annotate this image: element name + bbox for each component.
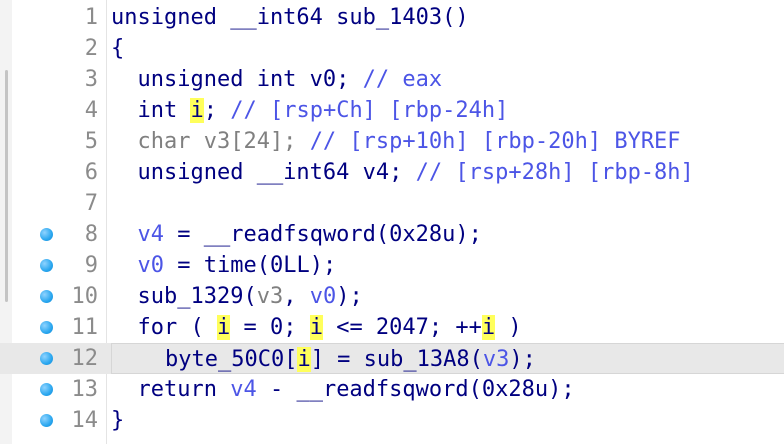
code-token: v4 [137,222,165,247]
line-number: 9 [84,253,98,278]
code-line[interactable]: 5 char v3[24]; // [rsp+10h] [rbp-20h] BY… [0,126,784,157]
code-token: = __readfsqword(0x28u); [164,222,482,247]
breakpoint-dot-icon[interactable] [40,321,53,334]
code-token: - __readfsqword(0x28u); [256,377,575,402]
code-line[interactable]: 10 sub_1329(v3, v0); [0,281,784,312]
code-token: v3 [482,347,510,372]
code-token: int [111,98,191,123]
highlighted-token: i [481,315,496,340]
highlighted-token: i [297,347,311,372]
code-token: byte_50C0[ [112,347,298,372]
code-token: sub_1329( [111,284,257,309]
breakpoint-dot-icon[interactable] [40,352,53,365]
breakpoint-dot-icon[interactable] [40,414,53,427]
code-token: // eax [362,67,443,92]
line-number: 1 [84,5,98,30]
code-token: unsigned __int64 v4; [111,160,416,185]
code-token: , [283,284,310,309]
breakpoint-dot-icon[interactable] [40,383,53,396]
code-text[interactable]: { [111,33,784,64]
code-token: unsigned __int64 sub_1403() [111,5,469,30]
code-line[interactable]: 1 unsigned __int64 sub_1403() [0,2,784,33]
code-token: = time(0LL); [164,253,337,278]
code-token: { [111,36,125,61]
code-token: v3 [256,284,284,309]
code-text[interactable]: byte_50C0[i] = sub_13A8(v3); [111,343,784,374]
code-line[interactable]: 6 unsigned __int64 v4; // [rsp+28h] [rbp… [0,157,784,188]
code-text[interactable]: char v3[24]; // [rsp+10h] [rbp-20h] BYRE… [111,126,784,157]
line-number: 11 [71,315,99,340]
code-line[interactable]: 9 v0 = time(0LL); [0,250,784,281]
line-number: 7 [84,191,98,216]
code-token: return [111,377,231,402]
code-text[interactable]: int i; // [rsp+Ch] [rbp-24h] [111,95,784,126]
code-text[interactable]: return v4 - __readfsqword(0x28u); [111,374,784,405]
breakpoint-dot-icon[interactable] [40,259,53,272]
line-number: 5 [84,129,98,154]
code-text[interactable]: v4 = __readfsqword(0x28u); [111,219,784,250]
line-number: 10 [71,284,99,309]
highlighted-token: i [309,315,323,340]
code-token: } [111,408,125,433]
code-token: ) [495,315,522,340]
line-number: 2 [84,36,98,61]
line-number: 8 [84,222,98,247]
line-number: 12 [71,346,99,371]
code-token: v4 [230,377,257,402]
code-text[interactable] [111,188,784,219]
code-text[interactable]: unsigned __int64 v4; // [rsp+28h] [rbp-8… [111,157,784,188]
code-token: // [rsp+28h] [rbp-8h] [415,160,694,185]
code-line[interactable]: 4 int i; // [rsp+Ch] [rbp-24h] [0,95,784,126]
code-token: for ( [111,315,217,340]
highlighted-token: i [190,98,204,123]
code-token: ); [336,284,363,309]
line-number: 13 [71,377,99,402]
code-text[interactable]: unsigned int v0; // eax [111,64,784,95]
code-token: ] = sub_13A8( [310,347,483,372]
code-token: v0 [309,284,337,309]
code-token: unsigned int v0; [111,67,363,92]
breakpoint-dot-icon[interactable] [40,290,53,303]
code-line[interactable]: 13 return v4 - __readfsqword(0x28u); [0,374,784,405]
line-number: 3 [84,67,98,92]
code-line[interactable]: 3 unsigned int v0; // eax [0,64,784,95]
code-line[interactable]: 7 [0,188,784,219]
code-text[interactable]: } [111,405,784,436]
code-token: char v3[24]; [111,129,310,154]
code-line[interactable]: 14} [0,405,784,436]
line-number: 6 [84,160,98,185]
code-token: // [rsp+10h] [rbp-20h] BYREF [309,129,681,154]
line-number: 4 [84,98,98,123]
code-token: = 0; [230,315,310,340]
line-number: 14 [71,408,99,433]
code-token: v0 [137,253,165,278]
code-token: ; [203,98,231,123]
code-text[interactable]: unsigned __int64 sub_1403() [111,2,784,33]
code-token: <= 2047; ++ [322,315,482,340]
breakpoint-dot-icon[interactable] [40,228,53,241]
code-token: // [rsp+Ch] [rbp-24h] [230,98,509,123]
code-text[interactable]: sub_1329(v3, v0); [111,281,784,312]
code-text[interactable]: v0 = time(0LL); [111,250,784,281]
code-line[interactable]: 12 byte_50C0[i] = sub_13A8(v3); [0,343,784,374]
code-line[interactable]: 8 v4 = __readfsqword(0x28u); [0,219,784,250]
code-token: ); [509,347,536,372]
code-line[interactable]: 2{ [0,33,784,64]
highlighted-token: i [216,315,231,340]
code-text[interactable]: for ( i = 0; i <= 2047; ++i ) [111,312,784,343]
code-line[interactable]: 11 for ( i = 0; i <= 2047; ++i ) [0,312,784,343]
